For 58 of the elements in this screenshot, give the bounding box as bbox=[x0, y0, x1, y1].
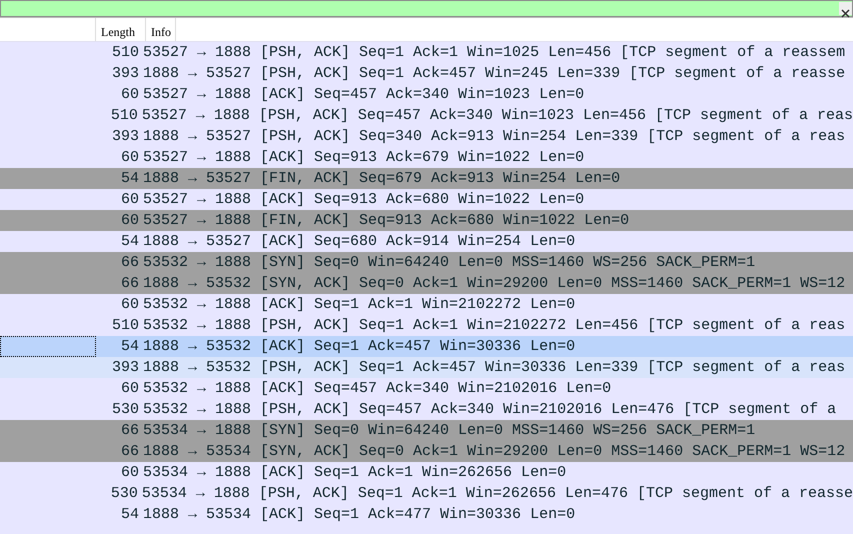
table-cell-text: 54 bbox=[120, 505, 140, 525]
table-cell-text: 530 bbox=[110, 484, 139, 504]
table-cell-text: 60 bbox=[120, 148, 140, 168]
table-cell-text: 393 bbox=[110, 358, 140, 378]
table-cell-text: 60 bbox=[120, 85, 140, 105]
table-cell-text: 54 bbox=[120, 169, 140, 189]
table-cell-text: 53532 → 1888 [ACK] Seq=1 Ack=1 Win=2102272 Len=0 bbox=[143, 295, 576, 315]
column-header[interactable]: Length bbox=[96, 18, 146, 41]
table-cell-text: 53527 → 1888 [ACK] Seq=913 Ack=680 Win=1022 Len=0 bbox=[143, 190, 584, 210]
packet-row[interactable]: 66 53532 → 1888 [SYN] Seq=0 Win=64240 Len=0 MSS=1460 WS=256 SACK_PERM=1 bbox=[0, 252, 853, 273]
table-cell-text: 53527 → 1888 [ACK] Seq=457 Ack=340 Win=1023 Len=0 bbox=[143, 85, 584, 105]
table-cell-text: 54 bbox=[120, 232, 140, 252]
table-cell-text: 53527 → 1888 [PSH, ACK] Seq=457 Ack=340 Win=1023 Len=456 [TCP segment of a reas bbox=[142, 106, 853, 126]
table-cell-text: 60 bbox=[120, 190, 140, 210]
close-icon[interactable] bbox=[839, 2, 852, 15]
table-cell-text: 53532 → 1888 [PSH, ACK] Seq=1 Ack=1 Win=2102272 Len=456 [TCP segment of a reas bbox=[143, 316, 846, 336]
table-cell-text: 1888 → 53532 [ACK] Seq=1 Ack=457 Win=30336 Len=0 bbox=[143, 337, 576, 357]
table-cell-text: 53527 → 1888 [FIN, ACK] Seq=913 Ack=680 Win=1022 Len=0 bbox=[143, 211, 630, 231]
table-cell-text: 1888 → 53527 [FIN, ACK] Seq=679 Ack=913 Win=254 Len=0 bbox=[143, 169, 620, 189]
table-cell-text: 1888 → 53534 [ACK] Seq=1 Ack=477 Win=30336 Len=0 bbox=[143, 505, 576, 525]
packet-row[interactable]: 54 1888 → 53527 [FIN, ACK] Seq=679 Ack=913 Win=254 Len=0 bbox=[0, 168, 853, 189]
table-cell-text: 510 bbox=[110, 43, 140, 63]
table-cell-text: 1888 → 53534 [SYN, ACK] Seq=0 Ack=1 Win=29200 Len=0 MSS=1460 SACK_PERM=1 WS=12 bbox=[143, 442, 846, 462]
packet-row[interactable]: 66 1888 → 53532 [SYN, ACK] Seq=0 Ack=1 Win=29200 Len=0 MSS=1460 SACK_PERM=1 WS=12 bbox=[0, 273, 853, 294]
table-cell-text: 66 bbox=[120, 421, 140, 441]
display-filter-field[interactable] bbox=[0, 0, 853, 17]
table-cell-text: 393 bbox=[110, 127, 140, 147]
packet-row[interactable]: 66 53534 → 1888 [SYN] Seq=0 Win=64240 Len=0 MSS=1460 WS=256 SACK_PERM=1 bbox=[0, 420, 853, 441]
table-cell-text: 60 bbox=[120, 211, 140, 231]
table-cell-text: 530 bbox=[110, 400, 140, 420]
table-cell-text: 53534 → 1888 [ACK] Seq=1 Ack=1 Win=262656 Len=0 bbox=[143, 463, 566, 483]
table-cell-text: 1888 → 53532 [SYN, ACK] Seq=0 Ack=1 Win=29200 Len=0 MSS=1460 SACK_PERM=1 WS=12 bbox=[143, 274, 846, 294]
table-cell-text: 53527 → 1888 [ACK] Seq=913 Ack=679 Win=1022 Len=0 bbox=[143, 148, 584, 168]
table-cell-text: 53532 → 1888 [SYN] Seq=0 Win=64240 Len=0 MSS=1460 WS=256 SACK_PERM=1 bbox=[143, 253, 756, 273]
packet-row[interactable]: 66 1888 → 53534 [SYN, ACK] Seq=0 Ack=1 Win=29200 Len=0 MSS=1460 SACK_PERM=1 WS=12 bbox=[0, 441, 853, 462]
table-cell-text: 60 bbox=[120, 379, 140, 399]
table-cell-text: 66 bbox=[120, 442, 140, 462]
table-cell-text: 66 bbox=[120, 253, 140, 273]
table-cell-text: 1888 → 53532 [PSH, ACK] Seq=1 Ack=457 Win=30336 Len=339 [TCP segment of a reas bbox=[143, 358, 846, 378]
table-cell-text: 510 bbox=[110, 106, 139, 126]
table-cell-text: 60 bbox=[120, 463, 140, 483]
table-cell-text: 53534 → 1888 [SYN] Seq=0 Win=64240 Len=0 MSS=1460 WS=256 SACK_PERM=1 bbox=[143, 421, 756, 441]
table-cell-text: 53527 → 1888 [PSH, ACK] Seq=1 Ack=1 Win=1025 Len=456 [TCP segment of a reassem bbox=[143, 43, 846, 63]
table-cell-text: 54 bbox=[120, 337, 140, 357]
packet-row[interactable]: 54 1888 → 53532 [ACK] Seq=1 Ack=457 Win=30336 Len=0 bbox=[0, 336, 853, 357]
table-cell-text: 53532 → 1888 [ACK] Seq=457 Ack=340 Win=2102016 Len=0 bbox=[143, 379, 612, 399]
table-cell-text: 510 bbox=[110, 316, 140, 336]
packet-row[interactable]: 393 1888 → 53532 [PSH, ACK] Seq=1 Ack=457 Win=30336 Len=339 [TCP segment of a reas bbox=[0, 357, 853, 378]
table-cell-text: 393 bbox=[110, 64, 140, 84]
packet-row[interactable]: 60 53527 → 1888 [FIN, ACK] Seq=913 Ack=680 Win=1022 Len=0 bbox=[0, 210, 853, 231]
table-cell-text: 66 bbox=[120, 274, 140, 294]
column-header[interactable]: Info bbox=[146, 18, 176, 41]
table-cell-text: 53532 → 1888 [PSH, ACK] Seq=457 Ack=340 Win=2102016 Len=476 [TCP segment of a bbox=[143, 400, 836, 420]
table-cell-text: 60 bbox=[120, 295, 140, 315]
table-cell-text: 1888 → 53527 [ACK] Seq=680 Ack=914 Win=254 Len=0 bbox=[143, 232, 576, 252]
table-cell-text: 1888 → 53527 [PSH, ACK] Seq=1 Ack=457 Win=245 Len=339 [TCP segment of a reasse bbox=[143, 64, 846, 84]
table-cell-text: 53534 → 1888 [PSH, ACK] Seq=1 Ack=1 Win=262656 Len=476 [TCP segment of a reasse bbox=[142, 484, 853, 504]
table-cell-text: 1888 → 53527 [PSH, ACK] Seq=340 Ack=913 Win=254 Len=339 [TCP segment of a reas bbox=[143, 127, 846, 147]
